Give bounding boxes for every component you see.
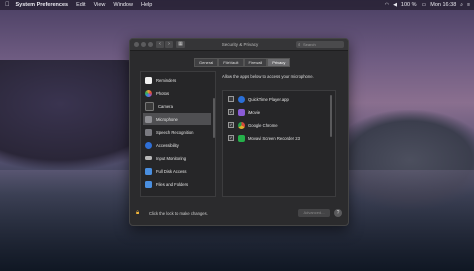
battery-status[interactable]: 100 % bbox=[401, 0, 417, 10]
search-field[interactable]: Search bbox=[296, 41, 344, 48]
search-icon: ⌕ bbox=[298, 42, 301, 47]
app-name: iMovie bbox=[248, 109, 261, 115]
tab-filevault[interactable]: FileVault bbox=[218, 58, 244, 67]
menu-window[interactable]: Window bbox=[113, 0, 133, 10]
status-area: ◠ ◀ 100 % ▭ Mon 16:38 ⌕ ≡ bbox=[385, 0, 474, 10]
menu-view[interactable]: View bbox=[94, 0, 106, 10]
menu-help[interactable]: Help bbox=[141, 0, 152, 10]
sidebar-item-label: Reminders bbox=[156, 77, 177, 83]
sidebar-item-label: Microphone bbox=[156, 116, 178, 122]
volume-icon[interactable]: ◀ bbox=[393, 0, 397, 10]
sidebar-item-files-and-folders[interactable]: Files and Folders bbox=[143, 178, 211, 190]
lock-message: Click the lock to make changes. bbox=[149, 211, 208, 216]
control-center-icon[interactable]: ≡ bbox=[467, 0, 470, 10]
microphone-icon bbox=[145, 115, 152, 123]
app-checkbox[interactable] bbox=[228, 96, 234, 102]
lock-icon[interactable]: 🔒︎ bbox=[136, 210, 142, 217]
chrome-icon bbox=[238, 121, 245, 129]
window-titlebar: ‹ › ▦ Security & Privacy Search ⌕ bbox=[130, 39, 348, 51]
security-privacy-window: ‹ › ▦ Security & Privacy Search ⌕ Genera… bbox=[129, 38, 349, 226]
sidebar-item-reminders[interactable]: Reminders bbox=[143, 74, 211, 86]
sidebar-scrollbar[interactable] bbox=[213, 98, 215, 138]
app-row-quicktime[interactable]: QuickTime Player.app bbox=[225, 93, 329, 105]
forward-button[interactable]: › bbox=[165, 41, 173, 48]
tab-general[interactable]: General bbox=[194, 58, 219, 67]
camera-icon bbox=[145, 101, 154, 111]
app-name: QuickTime Player.app bbox=[248, 96, 289, 102]
sidebar-item-label: Photos bbox=[156, 90, 170, 96]
sidebar-item-label: Accessibility bbox=[156, 142, 179, 148]
sidebar-item-camera[interactable]: Camera bbox=[143, 100, 211, 112]
app-row-chrome[interactable]: ✓ Google Chrome bbox=[225, 119, 329, 131]
sidebar-item-speech-recognition[interactable]: Speech Recognition bbox=[143, 126, 211, 138]
app-name: Google Chrome bbox=[248, 122, 278, 128]
sidebar-item-label: Files and Folders bbox=[156, 181, 189, 187]
folder-icon bbox=[145, 167, 152, 175]
menu-app-name[interactable]: System Preferences bbox=[16, 0, 69, 10]
accessibility-icon bbox=[145, 141, 152, 149]
tab-bar: General FileVault Firewall Privacy bbox=[194, 58, 291, 67]
search-icon[interactable]: ⌕ bbox=[460, 0, 463, 10]
app-checkbox[interactable]: ✓ bbox=[228, 109, 234, 115]
show-all-button[interactable]: ▦ bbox=[176, 41, 185, 48]
speech-recognition-icon bbox=[145, 128, 152, 136]
app-name: Movavi Screen Recorder 23 bbox=[248, 135, 300, 141]
imovie-icon bbox=[238, 108, 245, 116]
help-button[interactable]: ? bbox=[334, 209, 342, 217]
back-button[interactable]: ‹ bbox=[156, 41, 164, 48]
menu-edit[interactable]: Edit bbox=[76, 0, 85, 10]
sidebar-item-microphone[interactable]: Microphone bbox=[143, 113, 211, 125]
app-row-imovie[interactable]: ✓ iMovie bbox=[225, 106, 329, 118]
close-button[interactable] bbox=[134, 42, 139, 47]
app-row-movavi[interactable]: ✓ Movavi Screen Recorder 23 bbox=[225, 132, 329, 144]
battery-icon[interactable]: ▭ bbox=[422, 0, 427, 10]
app-checkbox[interactable]: ✓ bbox=[228, 135, 234, 141]
app-list-scrollbar[interactable] bbox=[330, 95, 332, 137]
privacy-sidebar: Reminders Photos Camera Microphone Speec… bbox=[140, 71, 216, 197]
tab-firewall[interactable]: Firewall bbox=[243, 58, 268, 67]
menu-bar:  System Preferences Edit View Window He… bbox=[0, 0, 474, 10]
sidebar-item-photos[interactable]: Photos bbox=[143, 87, 211, 99]
clock[interactable]: Mon 16:38 bbox=[430, 0, 456, 10]
sidebar-item-full-disk-access[interactable]: Full Disk Access bbox=[143, 165, 211, 177]
window-title: Security & Privacy bbox=[221, 42, 259, 47]
movavi-icon bbox=[238, 134, 245, 142]
apple-icon[interactable]:  bbox=[5, 0, 10, 10]
app-list: QuickTime Player.app ✓ iMovie ✓ Google C… bbox=[222, 90, 336, 197]
keyboard-icon bbox=[145, 156, 152, 160]
sidebar-item-input-monitoring[interactable]: Input Monitoring bbox=[143, 152, 211, 164]
minimize-button[interactable] bbox=[141, 42, 146, 47]
zoom-button[interactable] bbox=[148, 42, 153, 47]
app-checkbox[interactable]: ✓ bbox=[228, 122, 234, 128]
tab-privacy[interactable]: Privacy bbox=[267, 58, 291, 67]
sidebar-item-label: Input Monitoring bbox=[156, 155, 187, 161]
advanced-button[interactable]: Advanced... bbox=[298, 209, 330, 217]
folder-icon bbox=[145, 180, 152, 188]
sidebar-item-label: Full Disk Access bbox=[156, 168, 187, 174]
sidebar-item-label: Speech Recognition bbox=[156, 129, 194, 135]
sidebar-item-accessibility[interactable]: Accessibility bbox=[143, 139, 211, 151]
reminders-icon bbox=[145, 76, 152, 84]
quicktime-icon bbox=[238, 95, 245, 103]
wifi-icon[interactable]: ◠ bbox=[385, 0, 389, 10]
sidebar-item-label: Camera bbox=[158, 103, 173, 109]
photos-icon bbox=[145, 89, 152, 97]
microphone-description: Allow the apps below to access your micr… bbox=[222, 74, 314, 79]
